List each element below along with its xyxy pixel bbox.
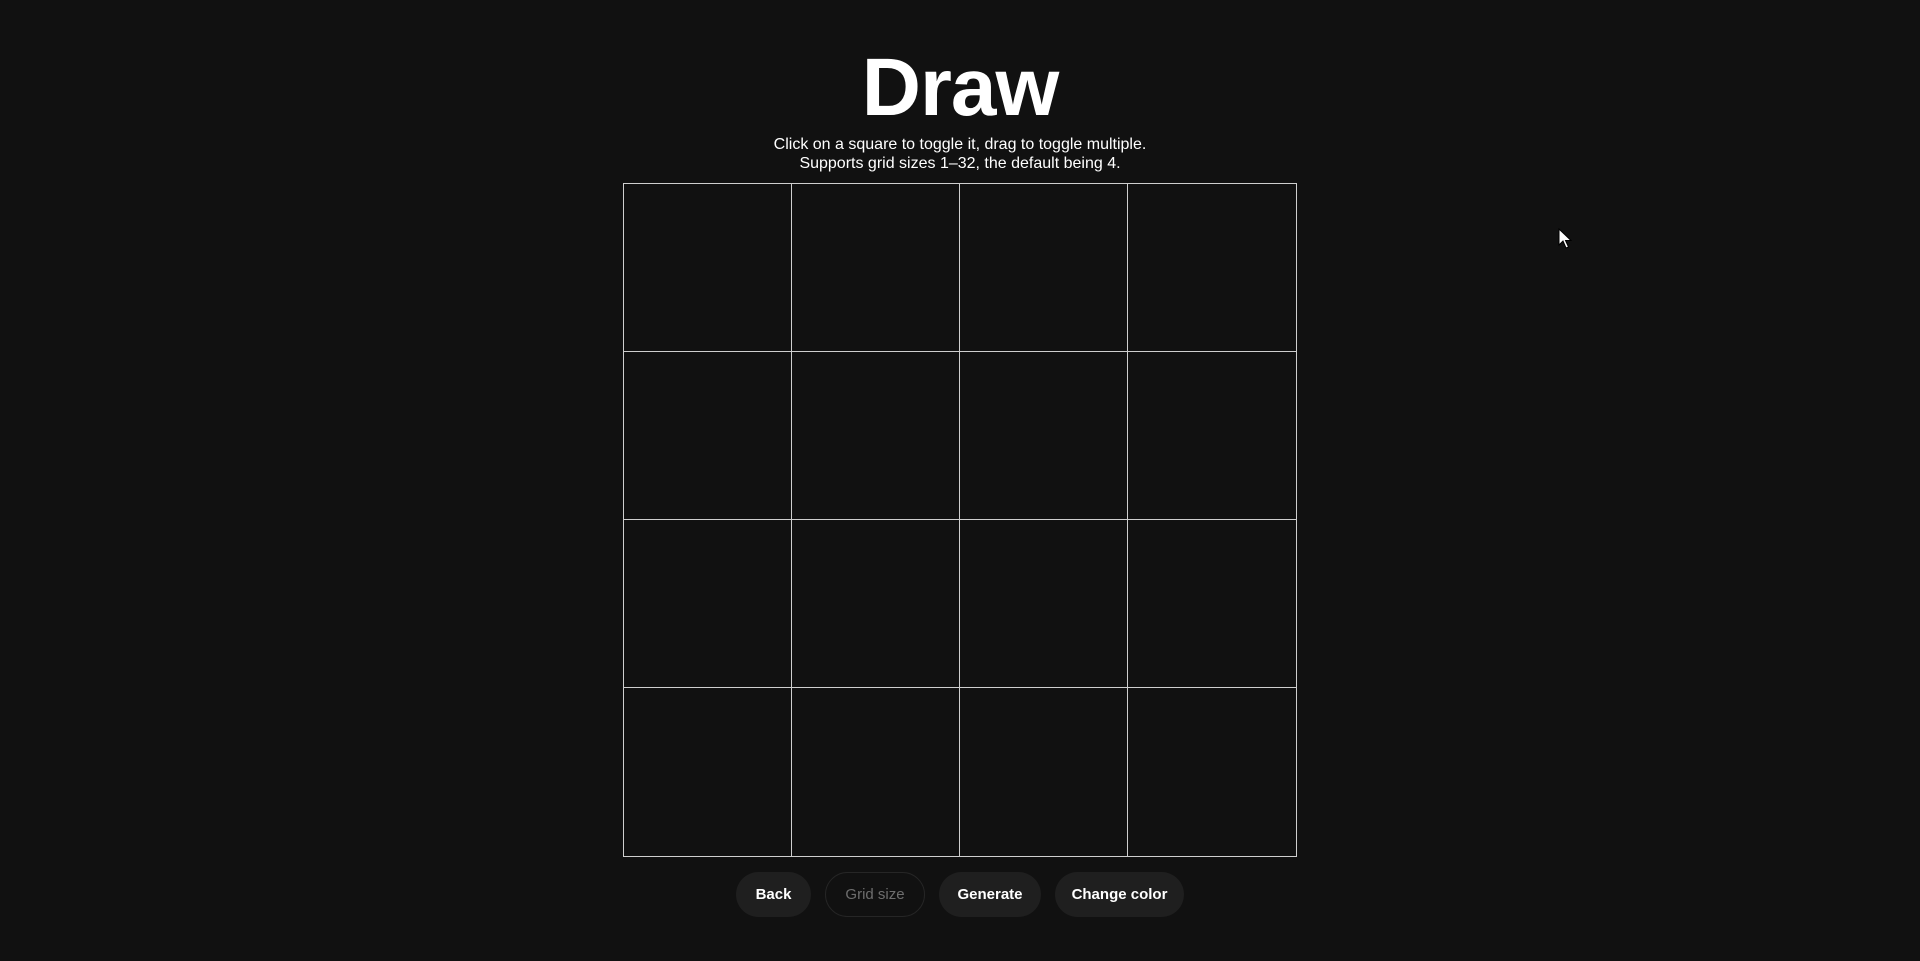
grid-cell[interactable] [624,520,792,688]
grid-cell[interactable] [1128,184,1296,352]
grid-cell[interactable] [792,184,960,352]
grid-cell[interactable] [960,352,1128,520]
grid-cell[interactable] [960,184,1128,352]
grid-cell[interactable] [624,352,792,520]
back-button[interactable]: Back [736,872,811,917]
instructions-line-1: Click on a square to toggle it, drag to … [773,136,1147,153]
grid-cell[interactable] [792,520,960,688]
grid-cell[interactable] [1128,520,1296,688]
change-color-button[interactable]: Change color [1055,872,1184,917]
drawing-grid[interactable] [623,183,1297,857]
grid-cell[interactable] [792,352,960,520]
grid-cell[interactable] [960,520,1128,688]
controls-bar: Back Generate Change color [0,872,1920,917]
grid-cell[interactable] [1128,688,1296,856]
instructions: Click on a square to toggle it, drag to … [0,135,1920,173]
grid-cell[interactable] [1128,352,1296,520]
instructions-line-2: Supports grid sizes 1–32, the default be… [799,155,1121,172]
draw-page: Draw Click on a square to toggle it, dra… [0,0,1920,961]
grid-size-input[interactable] [825,872,925,917]
grid-cell[interactable] [960,688,1128,856]
grid-cell[interactable] [624,688,792,856]
page-title: Draw [861,42,1060,133]
grid-cell[interactable] [624,184,792,352]
mouse-pointer-icon [1558,228,1572,249]
grid-cell[interactable] [792,688,960,856]
generate-button[interactable]: Generate [939,872,1041,917]
